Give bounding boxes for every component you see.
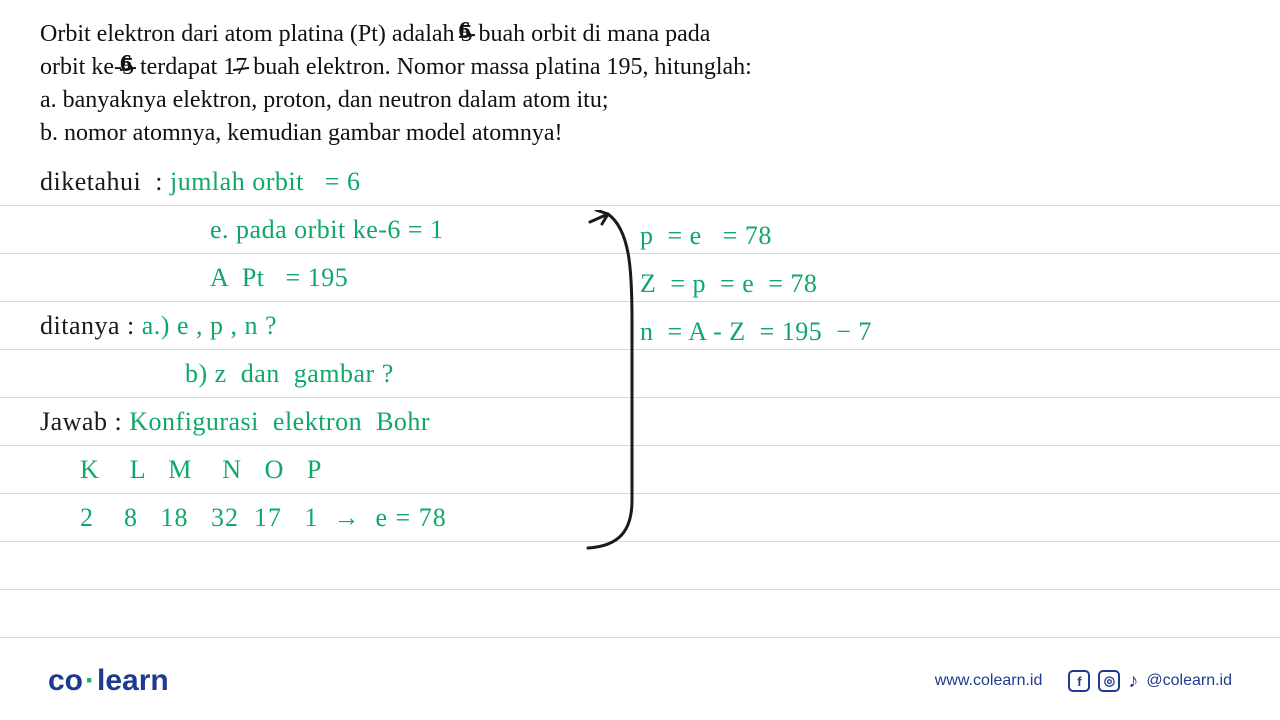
p-equals-e: p = e = 78 — [640, 212, 872, 260]
problem-line-b: b. nomor atomnya, kemudian gambar model … — [40, 117, 1240, 150]
footer-right: www.colearn.id f ◎ ♪ @colearn.id — [935, 670, 1232, 693]
footer-url: www.colearn.id — [935, 672, 1043, 690]
ditanya-a: a.) e , p , n ? — [142, 302, 277, 350]
curly-arrow-bracket — [580, 210, 650, 550]
problem-line-1: Orbit elektron dari atom platina (Pt) ad… — [40, 18, 1240, 51]
text: Orbit elektron dari atom platina (Pt) ad… — [40, 21, 461, 47]
brand-dot-icon: · — [85, 664, 95, 697]
tiktok-icon: ♪ — [1128, 670, 1138, 693]
label-diketahui: diketahui : — [40, 158, 170, 206]
right-derivation: p = e = 78 Z = p = e = 78 n = A - Z = 19… — [640, 212, 872, 356]
text: orbit ke- — [40, 54, 122, 80]
brand-logo: co·learn — [48, 664, 169, 698]
jawab-text: Konfigurasi elektron Bohr — [129, 398, 430, 446]
struck-7: 7 — [235, 51, 247, 84]
footer-bar: co·learn www.colearn.id f ◎ ♪ @colearn.i… — [0, 642, 1280, 720]
facebook-icon: f — [1068, 670, 1090, 692]
text: buah orbit di mana pada — [473, 21, 711, 47]
overwrite-6: 6 — [459, 15, 471, 48]
value-jumlah-orbit: jumlah orbit = 6 — [170, 158, 360, 206]
instagram-icon: ◎ — [1098, 670, 1120, 692]
brand-learn: learn — [97, 664, 169, 697]
n-formula: n = A - Z = 195 − 7 — [640, 308, 872, 356]
overwrite-6: 6 — [120, 48, 132, 81]
text: terdapat 1 — [134, 54, 235, 80]
footer-handle: @colearn.id — [1146, 672, 1232, 690]
diketahui-row: diketahui : jumlah orbit = 6 — [40, 158, 1240, 206]
problem-line-a: a. banyaknya elektron, proton, dan neutr… — [40, 84, 1240, 117]
document-page: Orbit elektron dari atom platina (Pt) ad… — [0, 0, 1280, 542]
problem-statement: Orbit elektron dari atom platina (Pt) ad… — [40, 18, 1240, 150]
label-jawab: Jawab : — [40, 398, 129, 446]
corrected-5-to-6: 56 — [461, 18, 473, 51]
text: buah elektron. Nomor massa platina 195, … — [247, 54, 752, 80]
brand-co: co — [48, 664, 83, 697]
corrected-5-to-6: 56 — [122, 51, 134, 84]
problem-line-2: orbit ke-56 terdapat 17 buah elektron. N… — [40, 51, 1240, 84]
social-icons: f ◎ ♪ @colearn.id — [1068, 670, 1232, 693]
z-equals-p: Z = p = e = 78 — [640, 260, 872, 308]
label-ditanya: ditanya : — [40, 302, 142, 350]
